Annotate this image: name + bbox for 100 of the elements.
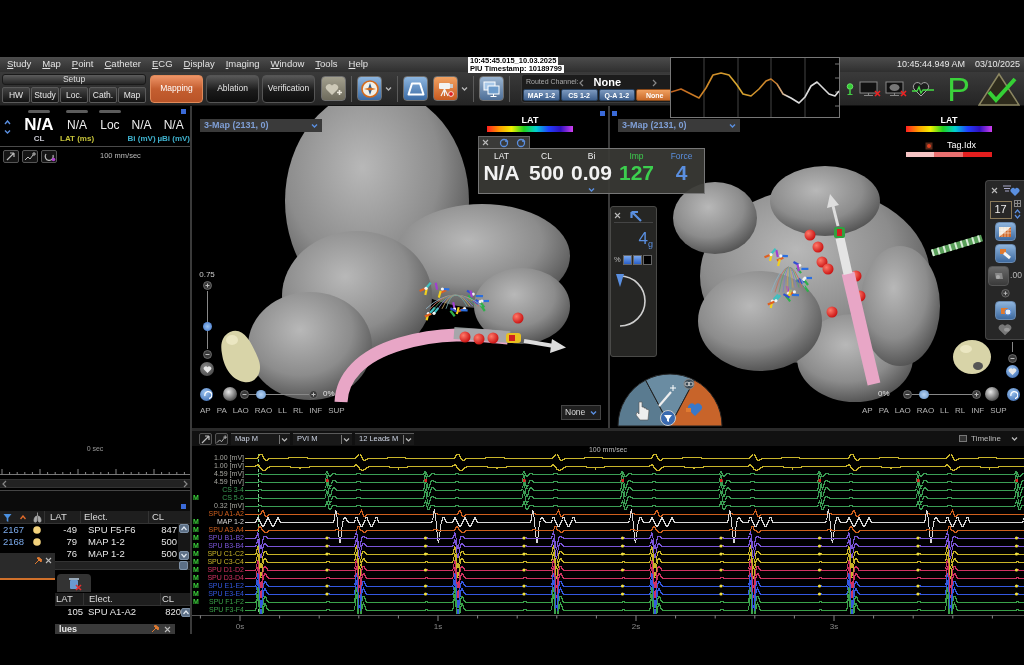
menu-item[interactable]: Tools xyxy=(315,59,338,70)
link-icon[interactable] xyxy=(683,378,695,390)
arrow-tool-button[interactable] xyxy=(199,432,212,445)
rotate-button[interactable] xyxy=(1006,387,1020,401)
view-preset-button[interactable]: SUP xyxy=(328,407,345,415)
brush-button[interactable] xyxy=(994,244,1016,264)
monitor-model-error-icon[interactable] xyxy=(885,80,908,97)
column-header[interactable]: Elect. xyxy=(80,511,148,524)
column-header[interactable]: LAT xyxy=(44,511,80,524)
rotate-button[interactable] xyxy=(200,387,213,401)
navigation-button[interactable] xyxy=(357,76,382,101)
scroll-down-icon[interactable] xyxy=(179,551,189,560)
probe-status-icon[interactable] xyxy=(845,82,856,95)
menu-item[interactable]: Display xyxy=(183,59,215,70)
chevron-left-icon[interactable] xyxy=(2,479,7,488)
slider-thumb[interactable] xyxy=(255,389,266,399)
minus-icon[interactable] xyxy=(902,389,912,399)
vertical-scrollbar[interactable] xyxy=(178,524,190,560)
view-preset-button[interactable]: SUP xyxy=(990,407,1007,415)
sort-icon[interactable] xyxy=(20,514,26,520)
arrow-tool-button[interactable] xyxy=(3,149,19,163)
view-preset-button[interactable]: AP xyxy=(862,407,873,415)
plus-icon[interactable] xyxy=(971,389,981,399)
recycle-tab[interactable] xyxy=(57,574,91,592)
caret-up-icon[interactable] xyxy=(4,120,11,125)
slider-thumb[interactable] xyxy=(202,322,212,332)
caret-icon[interactable] xyxy=(461,86,468,91)
chevron-left-icon[interactable] xyxy=(578,78,584,87)
view-preset-button[interactable]: PA xyxy=(216,407,227,415)
menu-item[interactable]: Catheter xyxy=(104,59,141,70)
view-preset-button[interactable]: RAO xyxy=(254,407,273,415)
close-icon[interactable] xyxy=(614,212,621,219)
plus-icon[interactable] xyxy=(309,389,318,399)
view-preset-button[interactable]: LL xyxy=(278,407,287,415)
color-map-button[interactable] xyxy=(994,222,1016,242)
plus-icon[interactable] xyxy=(1000,289,1010,298)
workflow-tab[interactable]: Verification xyxy=(262,74,315,103)
column-header[interactable]: Elect. xyxy=(83,593,160,606)
view-preset-button[interactable]: LAO xyxy=(894,407,911,415)
menu-item[interactable]: Imaging xyxy=(225,59,260,70)
workflow-tab[interactable]: Ablation xyxy=(206,74,259,103)
view-preset-button[interactable]: AP xyxy=(200,407,211,415)
anatomy-view-button[interactable] xyxy=(403,76,428,101)
minus-icon[interactable] xyxy=(240,389,249,399)
close-icon[interactable] xyxy=(45,557,52,564)
shape-button[interactable] xyxy=(988,266,1010,287)
annotate-tool-button[interactable] xyxy=(215,432,228,445)
panel-icon[interactable] xyxy=(959,435,968,442)
record-button[interactable] xyxy=(433,76,458,101)
filter-heart-icon[interactable] xyxy=(1001,184,1020,197)
menu-item[interactable]: Window xyxy=(270,59,305,70)
workflow-tab[interactable]: Mapping xyxy=(150,74,203,103)
view-preset-button[interactable]: LAO xyxy=(232,407,249,415)
close-icon[interactable] xyxy=(482,139,489,146)
grid-icon[interactable] xyxy=(1013,200,1021,207)
setup-step-button[interactable]: Study xyxy=(31,87,59,103)
view-preset-button[interactable]: RL xyxy=(293,407,304,415)
sphere-button[interactable] xyxy=(984,387,999,401)
annotate-tool-button[interactable] xyxy=(22,149,38,163)
filter-button[interactable] xyxy=(660,410,676,426)
view-preset-button[interactable]: RL xyxy=(955,407,966,415)
close-icon[interactable] xyxy=(164,625,171,633)
view-preset-button[interactable]: INF xyxy=(309,407,323,415)
view-preset-button[interactable]: RAO xyxy=(916,407,935,415)
heart-view-button[interactable] xyxy=(1006,365,1019,378)
view-preset-button[interactable]: INF xyxy=(971,407,985,415)
plus-icon[interactable] xyxy=(202,281,212,290)
menu-item[interactable]: Map xyxy=(42,59,61,70)
heart-pulse-icon[interactable] xyxy=(911,80,936,97)
setup-button[interactable]: Setup xyxy=(2,74,146,85)
display-button[interactable] xyxy=(479,76,504,101)
slider-thumb[interactable] xyxy=(919,389,930,399)
box-tool-button[interactable] xyxy=(994,300,1016,320)
view-preset-button[interactable]: LL xyxy=(940,407,949,415)
caret-icon[interactable] xyxy=(385,86,392,91)
mode-dial[interactable] xyxy=(617,373,723,427)
monitor-error-icon[interactable] xyxy=(859,80,882,97)
sync-icon[interactable] xyxy=(516,137,526,148)
chevron-right-icon[interactable] xyxy=(652,78,657,87)
transparency-slider[interactable] xyxy=(249,389,309,399)
menu-item[interactable]: Study xyxy=(7,59,32,70)
filter-icon[interactable] xyxy=(3,512,12,522)
chevron-right-icon[interactable] xyxy=(183,479,188,488)
sphere-button[interactable] xyxy=(223,387,237,401)
minus-icon[interactable] xyxy=(1008,354,1017,363)
caret-down-icon[interactable] xyxy=(588,187,595,192)
setup-step-button[interactable]: Map xyxy=(118,87,146,103)
close-icon[interactable] xyxy=(990,187,998,194)
triangle-check-icon[interactable] xyxy=(978,71,1020,106)
setup-step-button[interactable]: Cath. xyxy=(89,87,117,103)
horizontal-scrollbar[interactable] xyxy=(0,479,190,488)
scroll-corner-icon[interactable] xyxy=(179,561,188,570)
column-header[interactable]: CL xyxy=(160,593,181,606)
column-header[interactable]: LAT xyxy=(55,593,83,606)
pin-icon[interactable] xyxy=(151,625,159,633)
pin-icon[interactable] xyxy=(34,557,42,565)
map-select-dropdown[interactable]: 3-Map (2131, 0) xyxy=(618,119,740,132)
map-select-dropdown[interactable]: 3-Map (2131, 0) xyxy=(200,119,322,132)
overlay-select-dropdown[interactable]: None xyxy=(561,405,601,420)
view-preset-button[interactable]: PA xyxy=(878,407,889,415)
